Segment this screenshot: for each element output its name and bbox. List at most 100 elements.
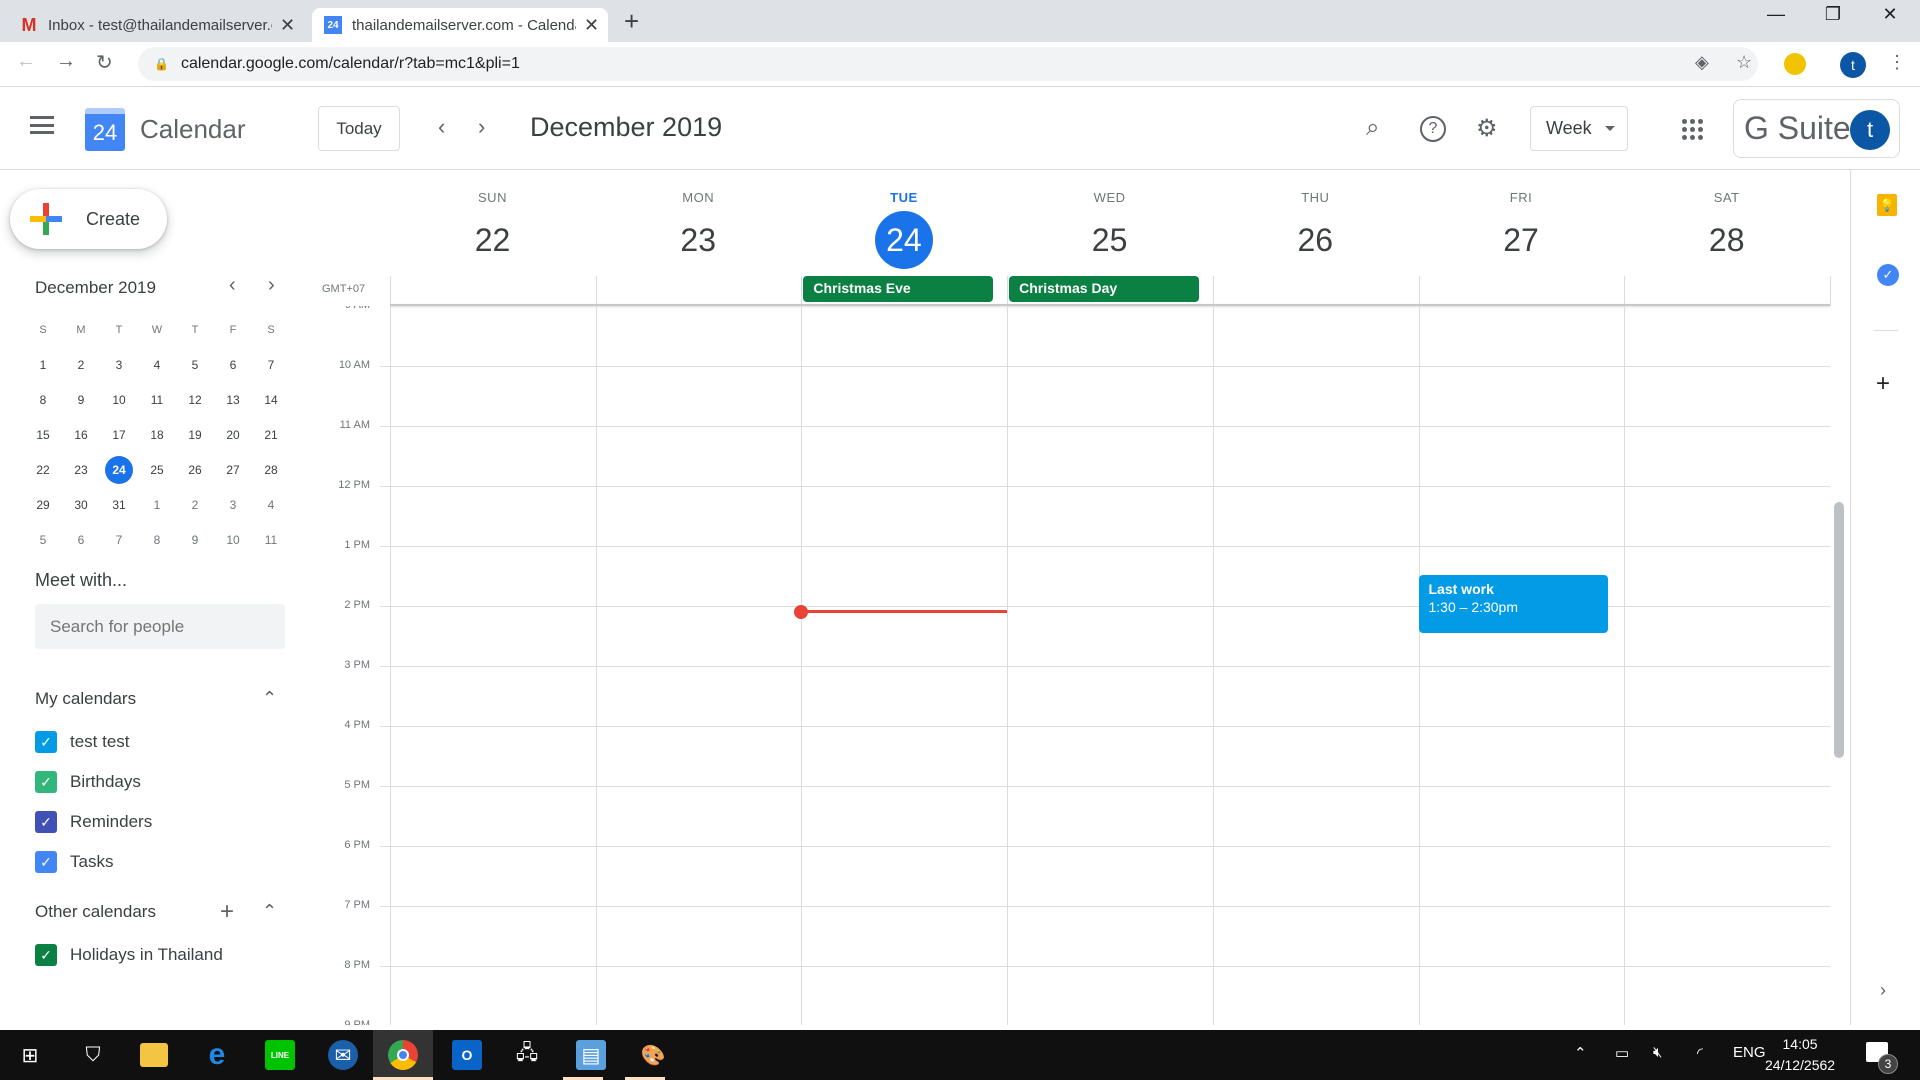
calendar-item[interactable]: ✓ Reminders (35, 811, 152, 833)
windows-start-icon[interactable]: ⊞ (15, 1040, 45, 1070)
paint-icon[interactable]: 🎨 (638, 1040, 668, 1070)
mini-calendar-day[interactable]: 11 (138, 386, 176, 414)
calendar-checkbox[interactable]: ✓ (35, 851, 57, 873)
tasks-icon[interactable]: ✓ (1877, 264, 1899, 286)
control-panel-icon[interactable]: ▤ (576, 1040, 606, 1070)
mini-calendar-day[interactable]: 18 (138, 421, 176, 449)
mini-calendar-day[interactable]: 25 (138, 456, 176, 484)
apps-grid-icon[interactable] (1682, 119, 1703, 140)
day-header[interactable]: WED 25 (1007, 190, 1212, 269)
mini-calendar-day[interactable]: 7 (100, 526, 138, 554)
day-number[interactable]: 23 (669, 211, 727, 269)
chrome-icon[interactable] (388, 1040, 418, 1070)
view-selector[interactable]: Week (1530, 106, 1628, 151)
mini-calendar-day[interactable]: 13 (214, 386, 252, 414)
collapse-chevron-icon[interactable]: ⌃ (262, 688, 277, 709)
search-people-input[interactable] (35, 604, 285, 649)
calendar-event[interactable]: Last work 1:30 – 2:30pm (1418, 575, 1609, 633)
keeper-extension-icon[interactable] (1784, 53, 1806, 75)
add-calendar-icon[interactable]: + (220, 898, 234, 926)
day-header[interactable]: SAT 28 (1624, 190, 1829, 269)
mini-calendar-day[interactable]: 28 (252, 456, 290, 484)
mini-calendar-day[interactable]: 6 (62, 526, 100, 554)
maximize-icon[interactable]: ❐ (1813, 4, 1853, 25)
main-menu-icon[interactable] (30, 116, 54, 134)
mini-calendar-day[interactable]: 23 (62, 456, 100, 484)
wifi-icon[interactable]: ◜ (1697, 1044, 1703, 1062)
mini-calendar-day[interactable]: 22 (24, 456, 62, 484)
mini-calendar-day[interactable]: 30 (62, 491, 100, 519)
calendar-checkbox[interactable]: ✓ (35, 944, 57, 966)
day-header[interactable]: FRI 27 (1419, 190, 1624, 269)
profile-avatar[interactable]: t (1840, 52, 1866, 78)
mini-calendar-day[interactable]: 29 (24, 491, 62, 519)
settings-gear-icon[interactable]: ⚙ (1476, 114, 1498, 143)
help-icon[interactable]: ? (1420, 116, 1446, 142)
network-tool-icon[interactable]: 🖧 (512, 1040, 542, 1070)
tab-inbox[interactable]: M Inbox - test@thailandemailserver.com ✕ (20, 8, 310, 42)
close-tab-icon[interactable]: ✕ (584, 15, 599, 36)
close-window-icon[interactable]: ✕ (1870, 4, 1910, 25)
outlook-icon[interactable]: O (452, 1040, 482, 1070)
mini-calendar-day[interactable]: 3 (214, 491, 252, 519)
mini-calendar-day[interactable]: 21 (252, 421, 290, 449)
tab-calendar[interactable]: 24 thailandemailserver.com - Calendar ✕ (312, 8, 608, 42)
previous-period-icon[interactable]: ‹ (438, 114, 445, 140)
mini-calendar-day[interactable]: 1 (138, 491, 176, 519)
mini-calendar-day[interactable]: 10 (100, 386, 138, 414)
day-number[interactable]: 27 (1492, 211, 1550, 269)
mini-calendar-day[interactable]: 4 (252, 491, 290, 519)
forward-icon[interactable]: → (56, 50, 76, 73)
reload-icon[interactable]: ↻ (96, 50, 113, 75)
mini-calendar-day[interactable]: 8 (24, 386, 62, 414)
back-icon[interactable]: ← (16, 50, 36, 73)
minimize-icon[interactable]: — (1756, 4, 1796, 25)
keep-icon[interactable]: 💡 (1877, 194, 1897, 216)
chrome-menu-icon[interactable]: ⋮ (1888, 52, 1906, 73)
mini-calendar-day[interactable]: 11 (252, 526, 290, 554)
mini-calendar-day[interactable]: 3 (100, 351, 138, 379)
new-tab-button[interactable]: + (624, 6, 639, 37)
mini-calendar-day[interactable]: 4 (138, 351, 176, 379)
day-header[interactable]: TUE 24 (801, 190, 1006, 269)
today-button[interactable]: Today (318, 106, 400, 151)
thunderbird-icon[interactable]: ✉ (328, 1040, 358, 1070)
mini-calendar-prev-icon[interactable]: ‹ (229, 274, 236, 297)
time-grid[interactable]: 9 AM 10 AM 11 AM 12 PM 1 PM 2 PM 3 PM 4 PM 5 PM 6… (300, 306, 1830, 1025)
extension-icon[interactable]: ◈ (1695, 52, 1709, 73)
line-icon[interactable]: LINE (265, 1040, 295, 1070)
mini-calendar-day[interactable]: 26 (176, 456, 214, 484)
other-calendars-heading[interactable]: Other calendars (35, 902, 156, 922)
calendar-item[interactable]: ✓ Birthdays (35, 771, 141, 793)
mini-calendar-day[interactable]: 24 (100, 455, 138, 484)
mini-calendar-day[interactable]: 9 (176, 526, 214, 554)
all-day-event[interactable]: Christmas Day (1009, 276, 1199, 302)
mini-calendar-day[interactable]: 5 (176, 351, 214, 379)
grid-scrollbar[interactable] (1834, 502, 1844, 758)
day-number[interactable]: 22 (464, 211, 522, 269)
day-header[interactable]: MON 23 (596, 190, 801, 269)
file-explorer-icon[interactable] (140, 1043, 168, 1067)
expand-panel-icon[interactable]: › (1880, 980, 1886, 1001)
get-addons-icon[interactable]: + (1876, 370, 1890, 398)
mini-calendar-day[interactable]: 19 (176, 421, 214, 449)
mini-calendar-day[interactable]: 17 (100, 421, 138, 449)
mini-calendar-day[interactable]: 8 (138, 526, 176, 554)
day-header[interactable]: SUN 22 (390, 190, 595, 269)
day-number[interactable]: 26 (1286, 211, 1344, 269)
mini-calendar-day[interactable]: 1 (24, 351, 62, 379)
mini-calendar-day[interactable]: 15 (24, 421, 62, 449)
day-number[interactable]: 28 (1698, 211, 1756, 269)
calendar-item[interactable]: ✓ Holidays in Thailand (35, 944, 223, 966)
mini-calendar-day[interactable]: 16 (62, 421, 100, 449)
windows-security-icon[interactable]: ⛉ (78, 1040, 108, 1070)
mini-calendar-day[interactable]: 14 (252, 386, 290, 414)
gsuite-account-button[interactable]: G Suite t (1733, 99, 1900, 158)
system-clock[interactable]: 14:05 24/12/2562 (1765, 1034, 1835, 1076)
mini-calendar-day[interactable]: 9 (62, 386, 100, 414)
mini-calendar-day[interactable]: 10 (214, 526, 252, 554)
address-bar[interactable]: 🔒 calendar.google.com/calendar/r?tab=mc1… (138, 47, 1758, 81)
show-hidden-icons-icon[interactable]: ⌃ (1574, 1044, 1587, 1062)
search-icon[interactable]: ⌕ (1366, 114, 1379, 142)
mini-calendar-day[interactable]: 12 (176, 386, 214, 414)
